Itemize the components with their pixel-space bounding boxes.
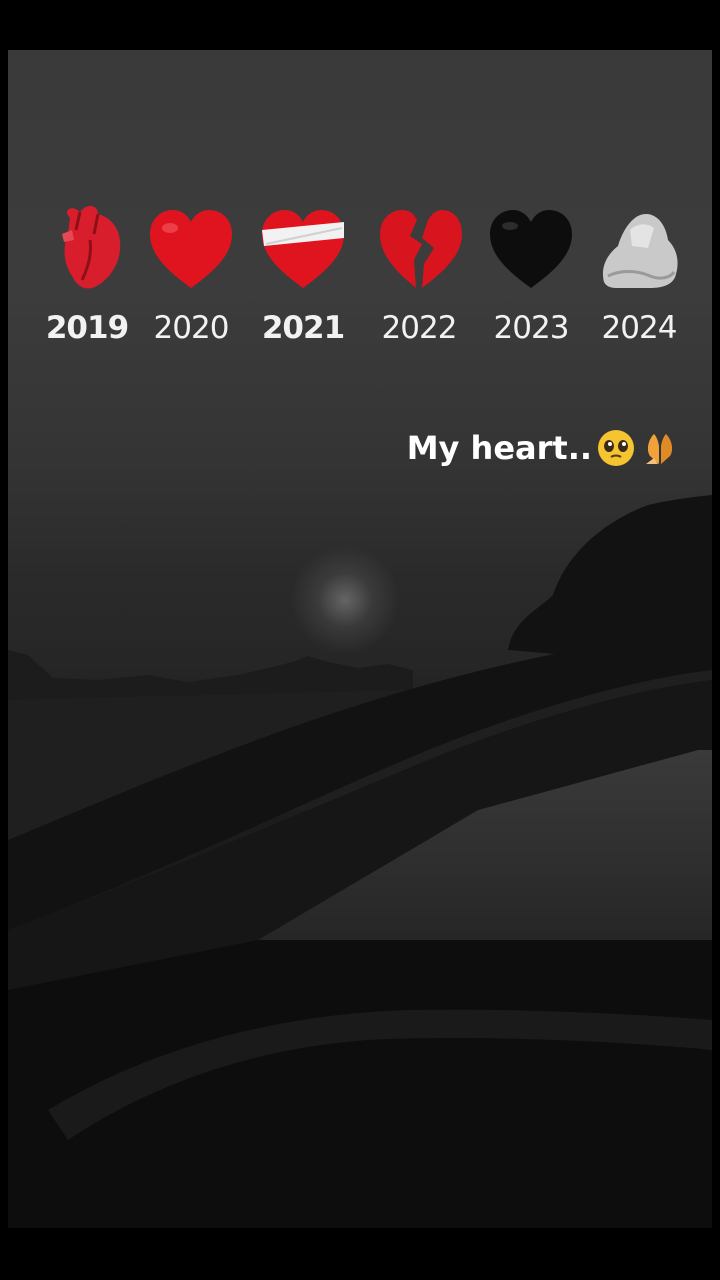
- year-label: 2019: [45, 310, 129, 346]
- caption: My heart..: [407, 428, 680, 468]
- pleading-face-icon: [598, 430, 634, 466]
- year-label: 2023: [493, 310, 570, 346]
- timeline-item-2024: 2024: [584, 200, 694, 360]
- timeline-item-2019: 2019: [32, 200, 142, 360]
- video-frame: 2019 2020 2021 2022 2023 2024 My heart..: [8, 50, 712, 1228]
- bandaged-heart-icon: [262, 210, 344, 288]
- broken-heart-icon: [380, 210, 462, 288]
- tree-silhouette: [508, 495, 712, 655]
- anatomical-heart-icon: [62, 206, 121, 289]
- timeline-item-2023: 2023: [476, 200, 586, 360]
- year-label: 2022: [381, 310, 458, 346]
- caption-text: My heart..: [406, 429, 592, 467]
- heart-timeline: 2019 2020 2021 2022 2023 2024: [8, 200, 712, 360]
- timeline-item-2021: 2021: [248, 200, 358, 360]
- year-label: 2021: [261, 310, 345, 346]
- timeline-item-2020: 2020: [136, 200, 246, 360]
- year-label: 2024: [601, 310, 678, 346]
- year-label: 2020: [153, 310, 230, 346]
- rock-icon: [602, 214, 678, 288]
- red-heart-icon: [150, 210, 232, 288]
- folded-hands-icon: [646, 434, 673, 464]
- timeline-item-2022: 2022: [364, 200, 474, 360]
- black-heart-icon: [490, 210, 572, 288]
